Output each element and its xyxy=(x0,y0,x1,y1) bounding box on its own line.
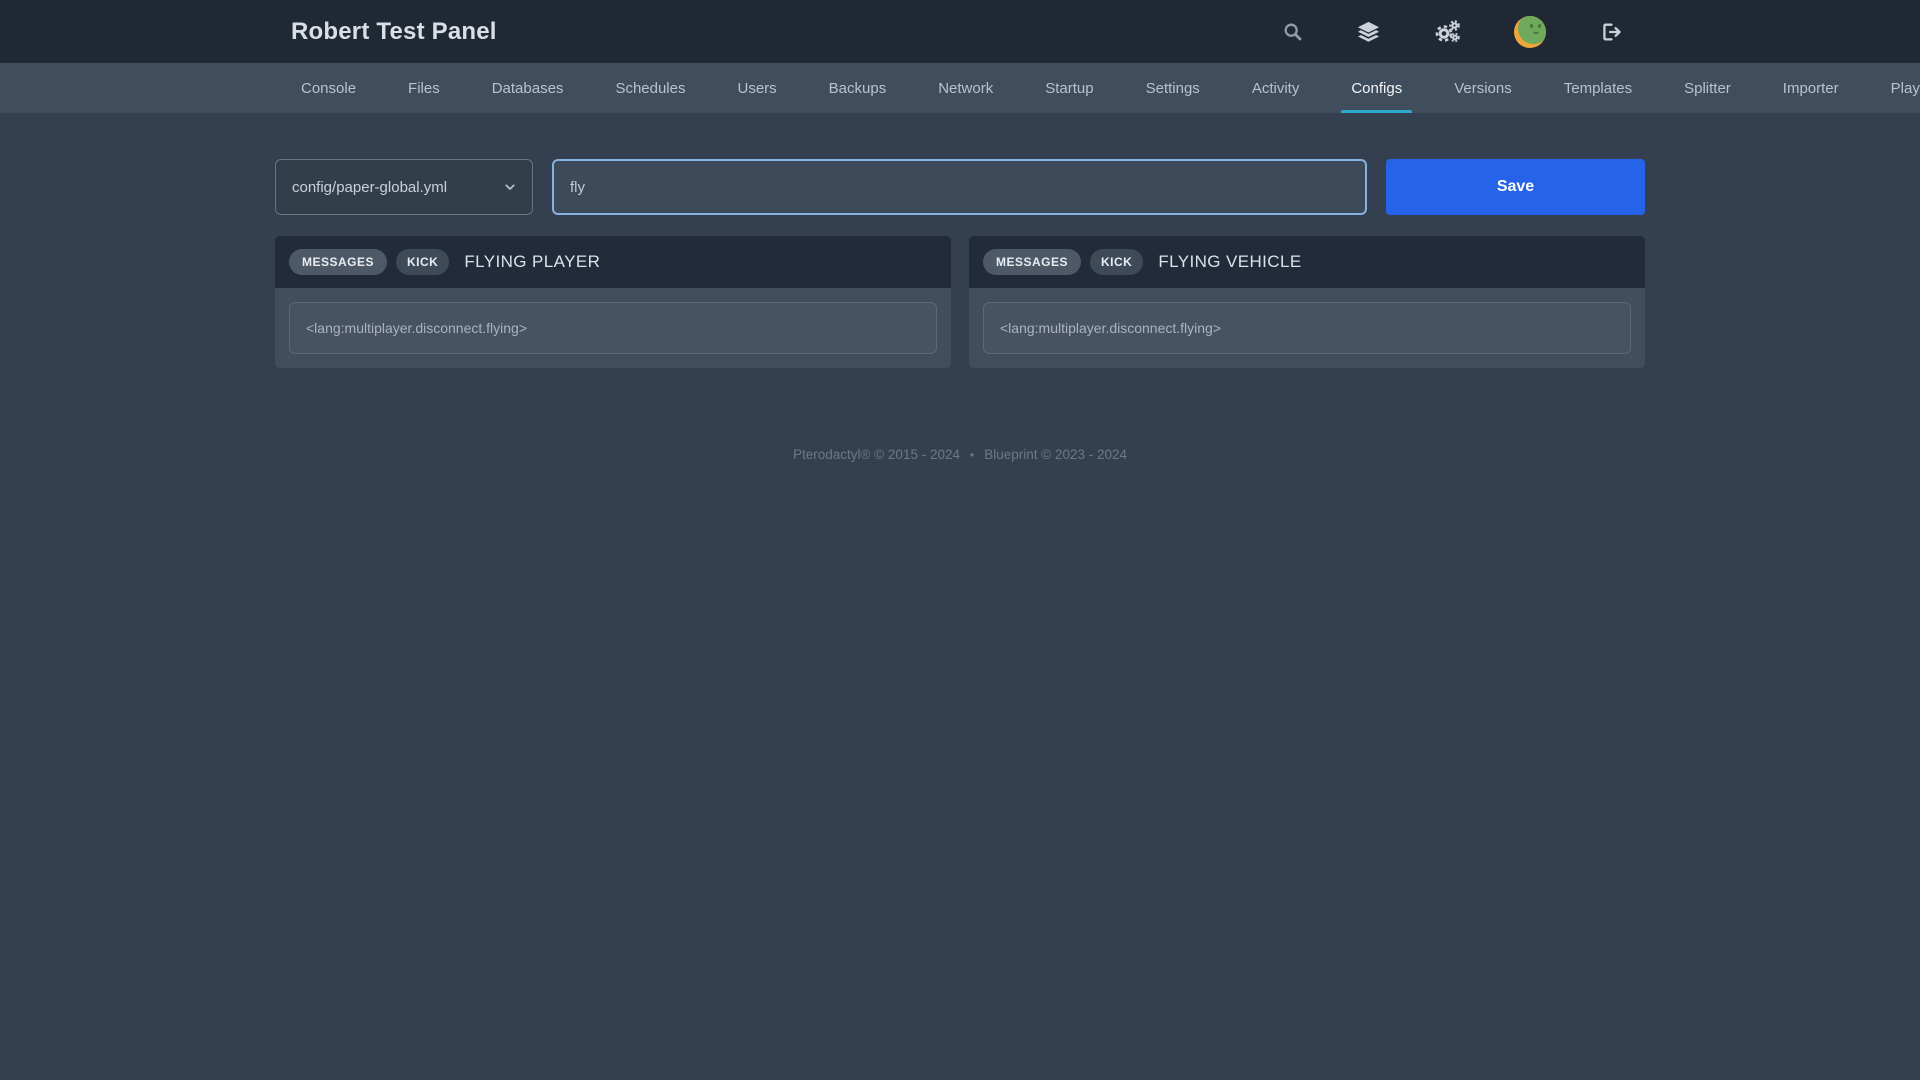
pterodactyl-credit-link[interactable]: Pterodactyl® © 2015 - 2024 xyxy=(793,447,960,462)
search-icon[interactable] xyxy=(1282,21,1303,42)
server-nav-tabs: Console Files Databases Schedules Users … xyxy=(0,63,1920,113)
layers-icon[interactable] xyxy=(1357,20,1380,43)
config-file-select-value: config/paper-global.yml xyxy=(292,179,447,196)
tab-network[interactable]: Network xyxy=(936,63,995,113)
tab-activity[interactable]: Activity xyxy=(1250,63,1302,113)
config-cards-row: MESSAGES KICK FLYING PLAYER MESSAGES KIC… xyxy=(275,236,1645,368)
tab-schedules[interactable]: Schedules xyxy=(613,63,687,113)
blueprint-credit-link[interactable]: Blueprint © 2023 - 2024 xyxy=(984,447,1127,462)
flying-player-value-input[interactable] xyxy=(289,302,937,354)
cogs-icon[interactable] xyxy=(1434,20,1460,44)
user-avatar[interactable] xyxy=(1514,16,1546,48)
tab-templates[interactable]: Templates xyxy=(1562,63,1634,113)
tab-versions[interactable]: Versions xyxy=(1452,63,1514,113)
card-header: MESSAGES KICK FLYING VEHICLE xyxy=(969,236,1645,288)
chevron-down-icon xyxy=(502,179,518,195)
sign-out-icon[interactable] xyxy=(1600,21,1623,43)
panel-title: Robert Test Panel xyxy=(275,18,497,46)
card-header: MESSAGES KICK FLYING PLAYER xyxy=(275,236,951,288)
config-toolbar: config/paper-global.yml Save xyxy=(275,159,1645,215)
save-button[interactable]: Save xyxy=(1386,159,1645,215)
header-icon-bar xyxy=(1282,16,1623,48)
messages-badge: MESSAGES xyxy=(289,249,387,275)
main-content: config/paper-global.yml Save MESSAGES KI… xyxy=(275,159,1645,462)
tab-configs[interactable]: Configs xyxy=(1349,63,1404,113)
tab-importer[interactable]: Importer xyxy=(1781,63,1841,113)
tab-settings[interactable]: Settings xyxy=(1144,63,1202,113)
tab-databases[interactable]: Databases xyxy=(490,63,566,113)
messages-badge: MESSAGES xyxy=(983,249,1081,275)
config-card-flying-vehicle: MESSAGES KICK FLYING VEHICLE xyxy=(969,236,1645,368)
card-body xyxy=(275,288,951,368)
kick-badge: KICK xyxy=(1090,249,1143,275)
config-card-flying-player: MESSAGES KICK FLYING PLAYER xyxy=(275,236,951,368)
tab-files[interactable]: Files xyxy=(406,63,442,113)
avatar-face xyxy=(1518,16,1546,44)
footer-separator: • xyxy=(970,448,974,462)
config-file-select[interactable]: config/paper-global.yml xyxy=(275,159,533,215)
tab-splitter[interactable]: Splitter xyxy=(1682,63,1733,113)
tab-players[interactable]: Players xyxy=(1889,63,1920,113)
kick-badge: KICK xyxy=(396,249,449,275)
tab-users[interactable]: Users xyxy=(736,63,779,113)
card-body xyxy=(969,288,1645,368)
card-title: FLYING PLAYER xyxy=(464,252,600,272)
footer-credits: Pterodactyl® © 2015 - 2024 • Blueprint ©… xyxy=(275,447,1645,462)
flying-vehicle-value-input[interactable] xyxy=(983,302,1631,354)
config-search-input[interactable] xyxy=(552,159,1367,215)
card-title: FLYING VEHICLE xyxy=(1158,252,1301,272)
tab-console[interactable]: Console xyxy=(299,63,358,113)
tab-backups[interactable]: Backups xyxy=(827,63,889,113)
top-header: Robert Test Panel xyxy=(0,0,1920,63)
tab-startup[interactable]: Startup xyxy=(1043,63,1095,113)
